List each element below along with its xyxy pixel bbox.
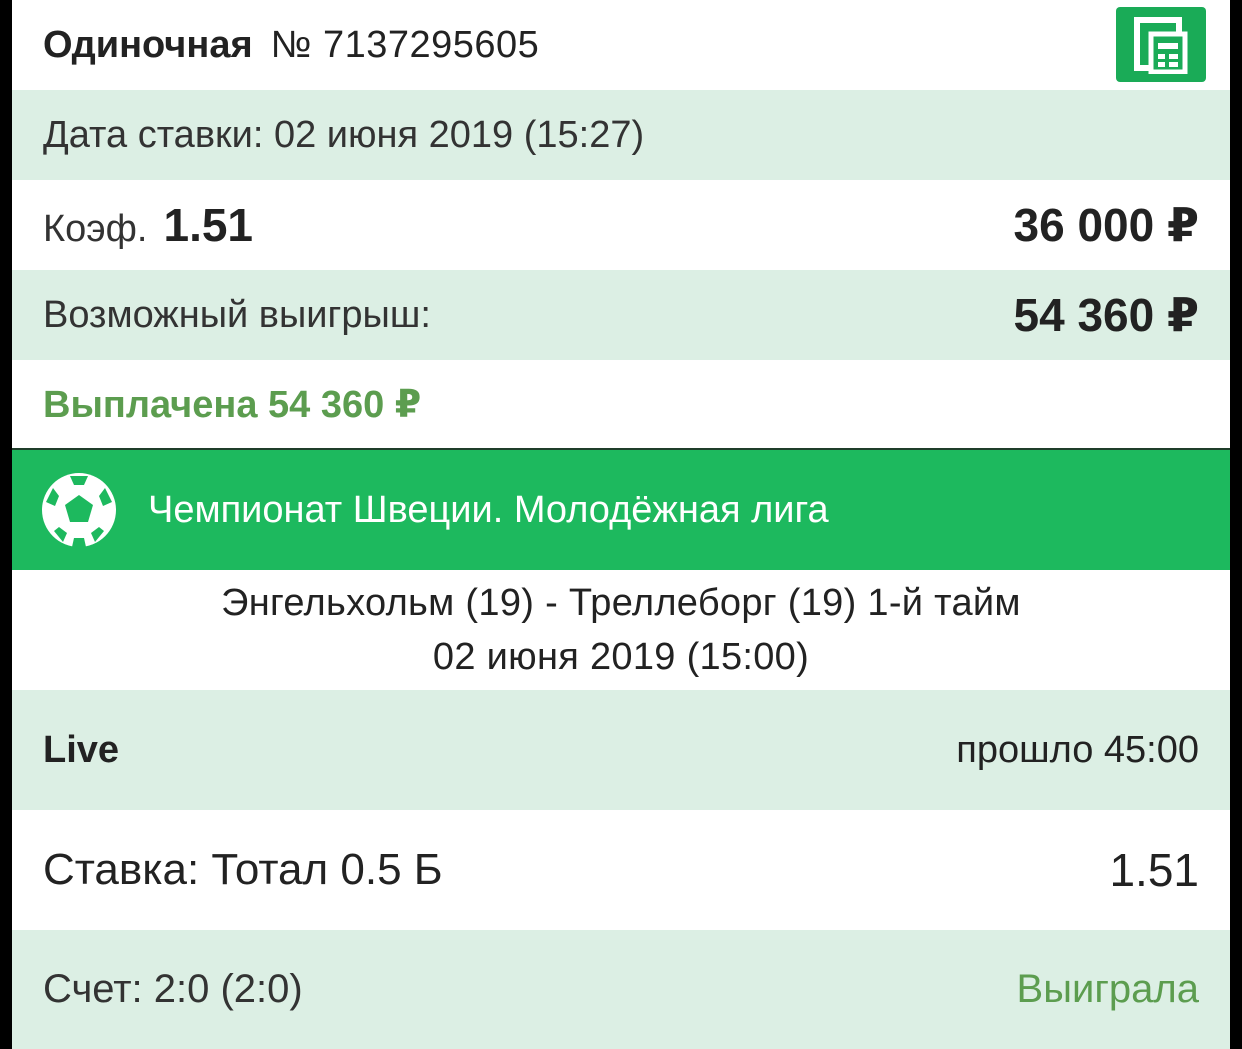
bet-type: Одиночная (43, 23, 253, 66)
selection-odd: 1.51 (1109, 844, 1199, 896)
match-date: 02 июня 2019 (15:00) (432, 636, 810, 678)
receipt-icon (1134, 16, 1188, 74)
live-row: Live прошло 45:00 (12, 690, 1230, 810)
coef-label: Коэф. (43, 208, 148, 250)
match-teams: Энгельхольм (19) - Треллеборг (19) 1-й т… (221, 582, 1021, 624)
bet-header: Одиночная № 7137295605 (12, 0, 1230, 90)
score-text: Счет: 2:0 (2:0) (43, 967, 303, 1011)
bet-date: Дата ставки: 02 июня 2019 (15:27) (43, 113, 645, 156)
coef-row: Коэф. 1.51 36 000 ₽ (12, 180, 1230, 270)
bet-date-row: Дата ставки: 02 июня 2019 (15:27) (12, 90, 1230, 180)
league-name: Чемпионат Швеции. Молодёжная лига (148, 488, 829, 531)
score-row: Счет: 2:0 (2:0) Выиграла (12, 930, 1230, 1049)
receipt-button[interactable] (1116, 7, 1206, 82)
possible-win-label: Возможный выигрыш: (43, 293, 431, 336)
paid-status: Выплачена 54 360 ₽ (43, 383, 422, 426)
selection-text: Ставка: Тотал 0.5 Б (43, 845, 443, 894)
live-label: Live (43, 728, 120, 771)
bet-card: Одиночная № 7137295605 Дата ставки: 02 и… (12, 0, 1230, 1049)
stake-amount: 36 000 ₽ (1013, 199, 1199, 251)
paid-row: Выплачена 54 360 ₽ (12, 360, 1230, 450)
coef-value: 1.51 (163, 199, 254, 251)
league-bar: Чемпионат Швеции. Молодёжная лига (12, 450, 1230, 570)
possible-win-row: Возможный выигрыш: 54 360 ₽ (12, 270, 1230, 360)
match-info: Энгельхольм (19) - Треллеборг (19) 1-й т… (12, 570, 1230, 690)
bet-number: № 7137295605 (270, 23, 540, 66)
selection-row: Ставка: Тотал 0.5 Б 1.51 (12, 810, 1230, 930)
elapsed-time: прошло 45:00 (956, 728, 1199, 771)
soccer-ball-icon (42, 473, 116, 547)
possible-win-amount: 54 360 ₽ (1013, 289, 1199, 341)
result-status: Выиграла (1016, 967, 1199, 1011)
coef-group: Коэф. 1.51 (43, 198, 253, 252)
